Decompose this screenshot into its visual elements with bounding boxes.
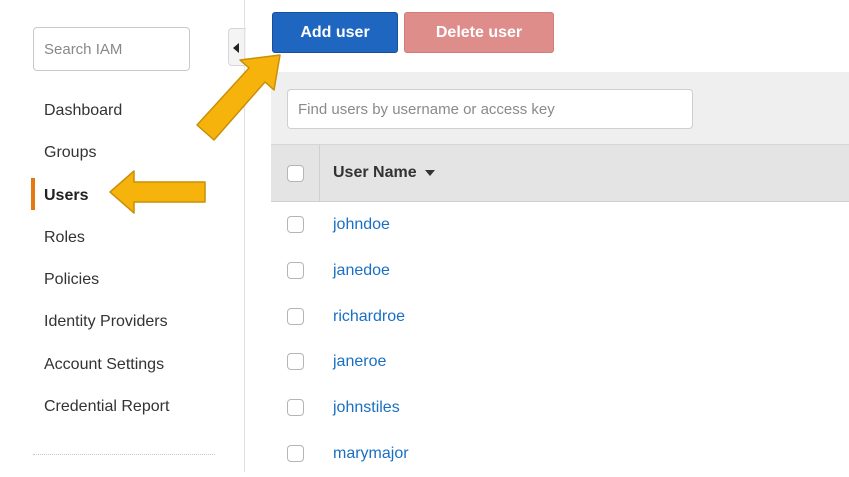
add-user-button[interactable]: Add user xyxy=(272,12,398,53)
user-filter-input[interactable] xyxy=(287,89,693,129)
arrow-icon xyxy=(196,54,281,141)
row-checkbox[interactable] xyxy=(287,353,304,371)
username-link[interactable]: richardroe xyxy=(333,308,405,326)
active-item-marker xyxy=(31,178,35,210)
sort-desc-icon xyxy=(424,169,435,176)
table-row: richardroe xyxy=(271,294,849,340)
row-checkbox[interactable] xyxy=(287,307,304,325)
row-checkbox[interactable] xyxy=(287,399,304,417)
filter-bar xyxy=(271,72,849,144)
sidebar-separator xyxy=(33,454,215,455)
select-all-checkbox[interactable] xyxy=(287,165,304,182)
user-name-header-label: User Name xyxy=(333,164,417,181)
table-row: janedoe xyxy=(271,248,849,294)
username-link[interactable]: janedoe xyxy=(333,262,390,280)
username-link[interactable]: janeroe xyxy=(333,353,386,371)
sidebar-nav: Dashboard Groups Users Roles Policies Id… xyxy=(44,96,169,434)
arrow-icon xyxy=(109,170,206,214)
sidebar-item-account-settings[interactable]: Account Settings xyxy=(44,350,169,392)
delete-user-button[interactable]: Delete user xyxy=(404,12,554,53)
sidebar-item-identity-providers[interactable]: Identity Providers xyxy=(44,307,169,349)
row-checkbox[interactable] xyxy=(287,261,304,279)
row-checkbox[interactable] xyxy=(287,444,304,462)
users-table: User Name johndoe janedoe richardroe jan… xyxy=(271,144,849,477)
table-row: marymajor xyxy=(271,431,849,477)
username-link[interactable]: johndoe xyxy=(333,216,390,234)
table-row: johndoe xyxy=(271,202,849,248)
sidebar-item-credential-report[interactable]: Credential Report xyxy=(44,392,169,434)
row-checkbox[interactable] xyxy=(287,216,304,233)
username-link[interactable]: marymajor xyxy=(333,445,409,463)
table-row: janeroe xyxy=(271,339,849,385)
sidebar-item-dashboard[interactable]: Dashboard xyxy=(44,96,169,138)
sidebar-item-roles[interactable]: Roles xyxy=(44,223,169,265)
table-header: User Name xyxy=(271,144,849,202)
username-link[interactable]: johnstiles xyxy=(333,399,400,417)
sidebar-item-policies[interactable]: Policies xyxy=(44,265,169,307)
search-iam-input[interactable] xyxy=(33,27,190,71)
user-name-column-header[interactable]: User Name xyxy=(333,164,435,182)
column-separator xyxy=(319,145,320,201)
table-row: johnstiles xyxy=(271,385,849,431)
